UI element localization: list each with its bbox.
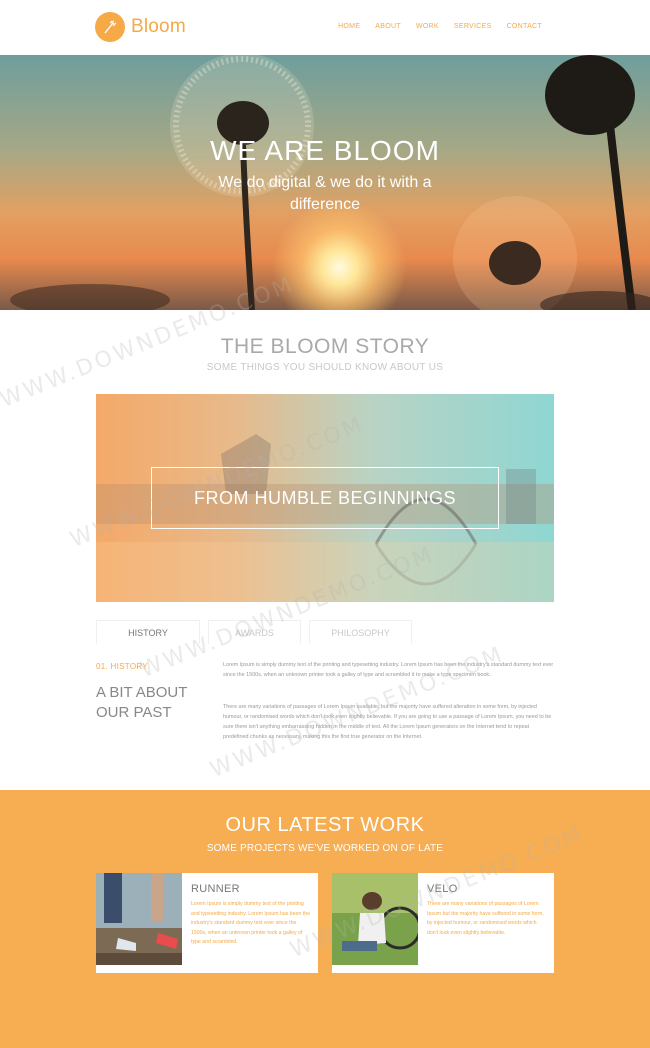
velo-image	[332, 873, 418, 965]
story-subtitle: SOME THINGS YOU SHOULD KNOW ABOUT US	[206, 362, 444, 373]
banner-heading: FROM HUMBLE BEGINNINGS	[151, 467, 499, 529]
nav-item-home[interactable]: HOME	[338, 23, 360, 30]
tab-philosophy[interactable]: PHILOSOPHY	[309, 620, 412, 644]
card-text: There are many variations of passages of…	[427, 901, 544, 936]
main-nav: HOME ABOUT WORK SERVICES CONTACT	[338, 23, 542, 30]
brand-logo[interactable]: Bloom	[95, 12, 186, 42]
nav-item-work[interactable]: WORK	[416, 23, 439, 30]
work-title: OUR LATEST WORK	[225, 814, 425, 836]
site-header: Bloom HOME ABOUT WORK SERVICES CONTACT	[0, 0, 650, 55]
flower-icon	[95, 12, 125, 42]
project-card-runner[interactable]: RUNNER Lorem Ipsum is simply dummy text …	[96, 873, 318, 973]
tab-awards[interactable]: AWARDS	[208, 620, 301, 644]
work-subtitle: SOME PROJECTS WE'VE WORKED ON OF LATE	[206, 843, 444, 854]
nav-item-about[interactable]: ABOUT	[375, 23, 401, 30]
card-text: Lorem Ipsum is simply dummy text of the …	[191, 901, 310, 945]
section-heading: A BIT ABOUT OUR PAST	[96, 684, 188, 721]
brand-name: Bloom	[131, 16, 186, 37]
story-banner: FROM HUMBLE BEGINNINGS	[96, 394, 554, 602]
card-title: RUNNER	[191, 883, 240, 895]
runner-image	[96, 873, 182, 965]
hero-banner: WE ARE BLOOM We do digital & we do it wi…	[0, 55, 650, 310]
hero-title: WE ARE BLOOM	[210, 135, 440, 166]
card-body: RUNNER Lorem Ipsum is simply dummy text …	[182, 873, 318, 973]
history-paragraph-1: Lorem Ipsum is simply dummy text of the …	[223, 662, 554, 678]
tab-history[interactable]: HISTORY	[96, 620, 200, 644]
project-card-velo[interactable]: VELO There are many variations of passag…	[332, 873, 554, 973]
nav-item-services[interactable]: SERVICES	[454, 23, 492, 30]
nav-item-contact[interactable]: CONTACT	[507, 23, 542, 30]
section-label: 01. HISTORY	[96, 662, 148, 671]
story-title: THE BLOOM STORY	[220, 335, 430, 358]
card-body: VELO There are many variations of passag…	[418, 873, 554, 973]
hero-subtitle: We do digital & we do it with a differen…	[218, 174, 432, 213]
story-tabs: HISTORY AWARDS PHILOSOPHY	[96, 620, 554, 644]
card-title: VELO	[427, 883, 458, 895]
history-paragraph-2: There are many variations of passages of…	[223, 704, 552, 740]
